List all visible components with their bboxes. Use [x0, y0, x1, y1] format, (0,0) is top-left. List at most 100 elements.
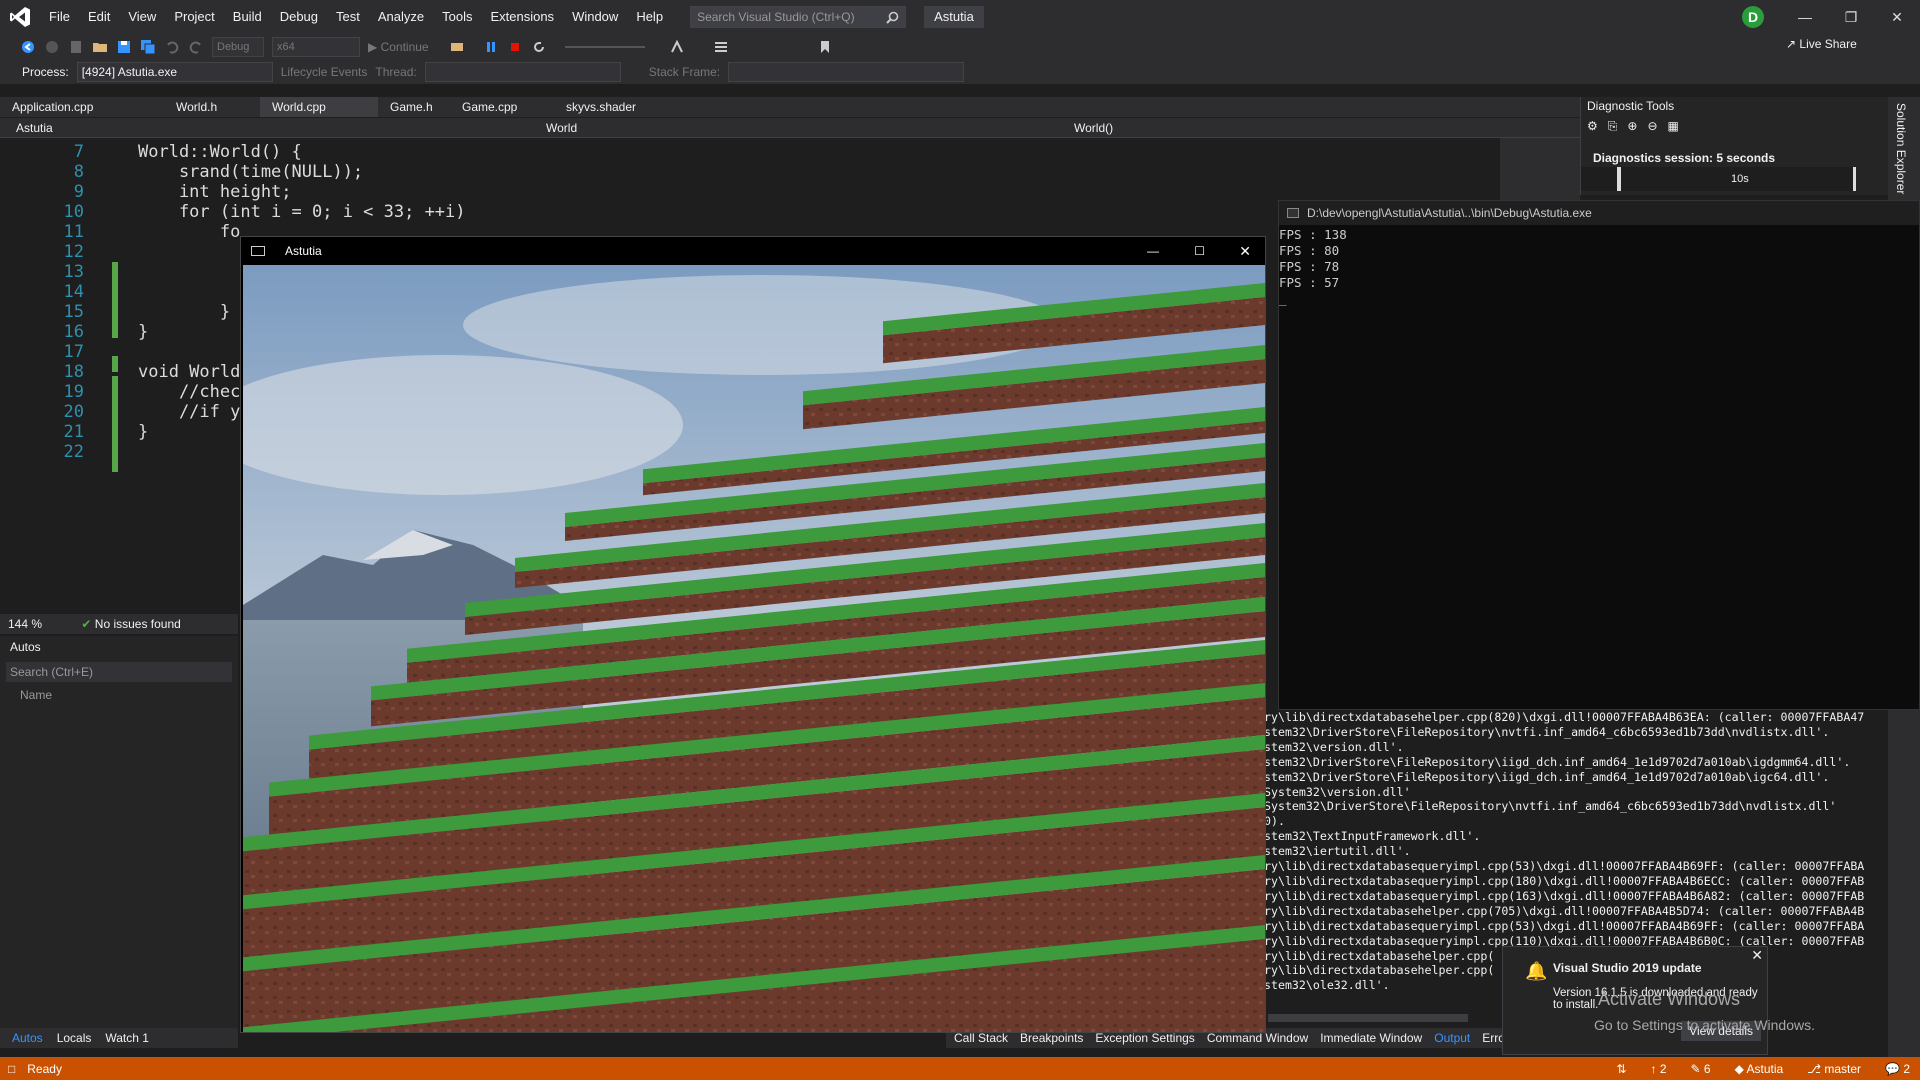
menu-debug[interactable]: Debug — [271, 0, 327, 34]
menu-test[interactable]: Test — [327, 0, 369, 34]
platform-select[interactable]: x64 — [272, 37, 360, 57]
process-select[interactable]: [4924] Astutia.exe — [76, 62, 273, 82]
tab-world-h[interactable]: World.h — [164, 97, 260, 117]
minimize-button[interactable]: — — [1782, 0, 1828, 34]
code-line[interactable]: int height; — [138, 182, 292, 202]
solution-name: Astutia — [924, 6, 984, 28]
game-viewport[interactable] — [243, 265, 1265, 1032]
menu-file[interactable]: File — [40, 0, 79, 34]
menu-project[interactable]: Project — [165, 0, 223, 34]
thread-select[interactable] — [424, 62, 621, 82]
restore-button[interactable]: ❐ — [1828, 0, 1874, 34]
tool-tab-output[interactable]: Output — [1434, 1028, 1470, 1048]
tab-skyvs-shader[interactable]: skyvs.shader — [554, 97, 694, 117]
tab-game-h[interactable]: Game.h — [378, 97, 450, 117]
menu-tools[interactable]: Tools — [433, 0, 481, 34]
live-share-button[interactable]: ↗ Live Share — [1786, 37, 1857, 51]
output-line: ry\lib\directxdatabasequeryimpl.cpp(163)… — [1264, 888, 1865, 903]
game-minimize-button[interactable]: — — [1147, 237, 1159, 265]
output-line: stem32\version.dll'. — [1264, 739, 1404, 754]
console-window[interactable]: D:\dev\opengl\Astutia\Astutia\..\bin\Deb… — [1278, 200, 1920, 710]
notifications-button[interactable]: 💬 2 — [1885, 1062, 1910, 1076]
code-line[interactable]: void World — [138, 362, 240, 382]
restart-icon[interactable] — [531, 39, 547, 55]
branch-button[interactable]: ⎇ master — [1807, 1062, 1861, 1076]
game-window[interactable]: Astutia — ☐ ✕ — [240, 236, 1266, 1033]
panel-tab-locals[interactable]: Locals — [57, 1028, 92, 1048]
issues-status[interactable]: No issues found — [95, 617, 181, 631]
zoom-level[interactable]: 144 % — [0, 617, 42, 631]
stack-frame-select[interactable] — [728, 62, 965, 82]
continue-button[interactable]: ▶ Continue — [368, 40, 429, 54]
menu-build[interactable]: Build — [224, 0, 271, 34]
forward-icon[interactable] — [44, 39, 60, 55]
code-line[interactable]: } — [138, 302, 230, 322]
code-line[interactable]: //chec — [138, 382, 240, 402]
menu-window[interactable]: Window — [563, 0, 627, 34]
attach-icon[interactable] — [449, 39, 465, 55]
push-icon[interactable]: ↑ 2 — [1650, 1062, 1666, 1076]
new-project-icon[interactable] — [68, 39, 84, 55]
settings-gear-icon[interactable]: ⚙ — [1587, 119, 1598, 134]
menu-analyze[interactable]: Analyze — [369, 0, 433, 34]
git-icon[interactable]: ⇅ — [1616, 1062, 1626, 1076]
search-input[interactable]: Search Visual Studio (Ctrl+Q) — [690, 6, 907, 28]
code-line[interactable]: World::World() { — [138, 142, 302, 162]
diagnostics-timeline[interactable]: 10s — [1581, 167, 1856, 191]
break-all-icon[interactable] — [483, 39, 499, 55]
menu-extensions[interactable]: Extensions — [481, 0, 563, 34]
hex-icon[interactable] — [669, 39, 685, 55]
repo-button[interactable]: ◆ Astutia — [1735, 1062, 1784, 1076]
diagnostic-tools-panel: Diagnostic Tools ⚙ ⎘ ⊕ ⊖ ▦ Diagnostics s… — [1580, 97, 1888, 195]
redo-icon[interactable] — [188, 39, 204, 55]
game-title-text: Astutia — [285, 244, 322, 258]
save-all-icon[interactable] — [140, 39, 156, 55]
panel-tab-watch-1[interactable]: Watch 1 — [105, 1028, 149, 1048]
bookmark-icon[interactable] — [817, 39, 833, 55]
tool-tab-immediate-window[interactable]: Immediate Window — [1320, 1028, 1422, 1048]
code-line[interactable]: //if y — [138, 402, 240, 422]
output-window-icon: □ — [8, 1061, 16, 1076]
lifecycle-events-button[interactable]: Lifecycle Events — [281, 65, 368, 79]
open-folder-icon[interactable] — [92, 39, 108, 55]
save-icon[interactable] — [116, 39, 132, 55]
name-column-header[interactable]: Name — [20, 688, 52, 702]
tab-game-cpp[interactable]: Game.cpp — [450, 97, 554, 117]
configuration-select[interactable]: Debug — [212, 37, 264, 57]
undo-icon[interactable] — [164, 39, 180, 55]
menu-view[interactable]: View — [119, 0, 165, 34]
tab-application-cpp[interactable]: Application.cpp — [0, 97, 164, 117]
code-line[interactable]: fo — [138, 222, 240, 242]
reset-view-icon[interactable]: ▦ — [1668, 119, 1679, 134]
member-nav-dropdown[interactable]: World() — [1058, 118, 1578, 138]
menu-help[interactable]: Help — [627, 0, 672, 34]
zoom-out-icon[interactable]: ⊖ — [1647, 119, 1657, 134]
code-line[interactable]: for (int i = 0; i < 33; ++i) — [138, 202, 466, 222]
output-line: ry\lib\directxdatabasequeryimpl.cpp(53)\… — [1264, 859, 1865, 874]
game-close-button[interactable]: ✕ — [1239, 237, 1251, 265]
stop-debugging-icon[interactable] — [507, 39, 523, 55]
avatar[interactable]: D — [1742, 6, 1764, 28]
zoom-in-icon[interactable]: ⊕ — [1627, 119, 1637, 134]
output-scrollbar[interactable] — [1268, 1014, 1468, 1022]
panel-tab-autos[interactable]: Autos — [12, 1028, 43, 1048]
code-line[interactable]: } — [138, 322, 148, 342]
scope-nav-dropdown[interactable]: World — [530, 118, 1050, 138]
game-maximize-button[interactable]: ☐ — [1194, 237, 1205, 265]
code-line[interactable]: } — [138, 422, 148, 442]
export-icon[interactable]: ⎘ — [1608, 119, 1618, 134]
close-button[interactable]: ✕ — [1874, 0, 1920, 34]
line-number: 13 — [63, 262, 84, 282]
pencil-icon[interactable]: ✎ 6 — [1691, 1062, 1711, 1076]
line-number: 22 — [63, 442, 84, 462]
autos-search-input[interactable]: Search (Ctrl+E) — [6, 662, 232, 682]
project-nav-dropdown[interactable]: Astutia — [0, 118, 528, 138]
tab-world-cpp[interactable]: World.cpp — [260, 97, 378, 117]
step-icons[interactable] — [564, 39, 645, 55]
notification-close-icon[interactable]: ✕ — [1751, 947, 1763, 964]
threads-icon[interactable] — [713, 39, 729, 55]
code-line[interactable]: srand(time(NULL)); — [138, 162, 363, 182]
back-icon[interactable] — [20, 39, 36, 55]
console-output: FPS : 138 FPS : 80 FPS : 78 FPS : 57 _ — [1279, 227, 1347, 307]
menu-edit[interactable]: Edit — [79, 0, 119, 34]
